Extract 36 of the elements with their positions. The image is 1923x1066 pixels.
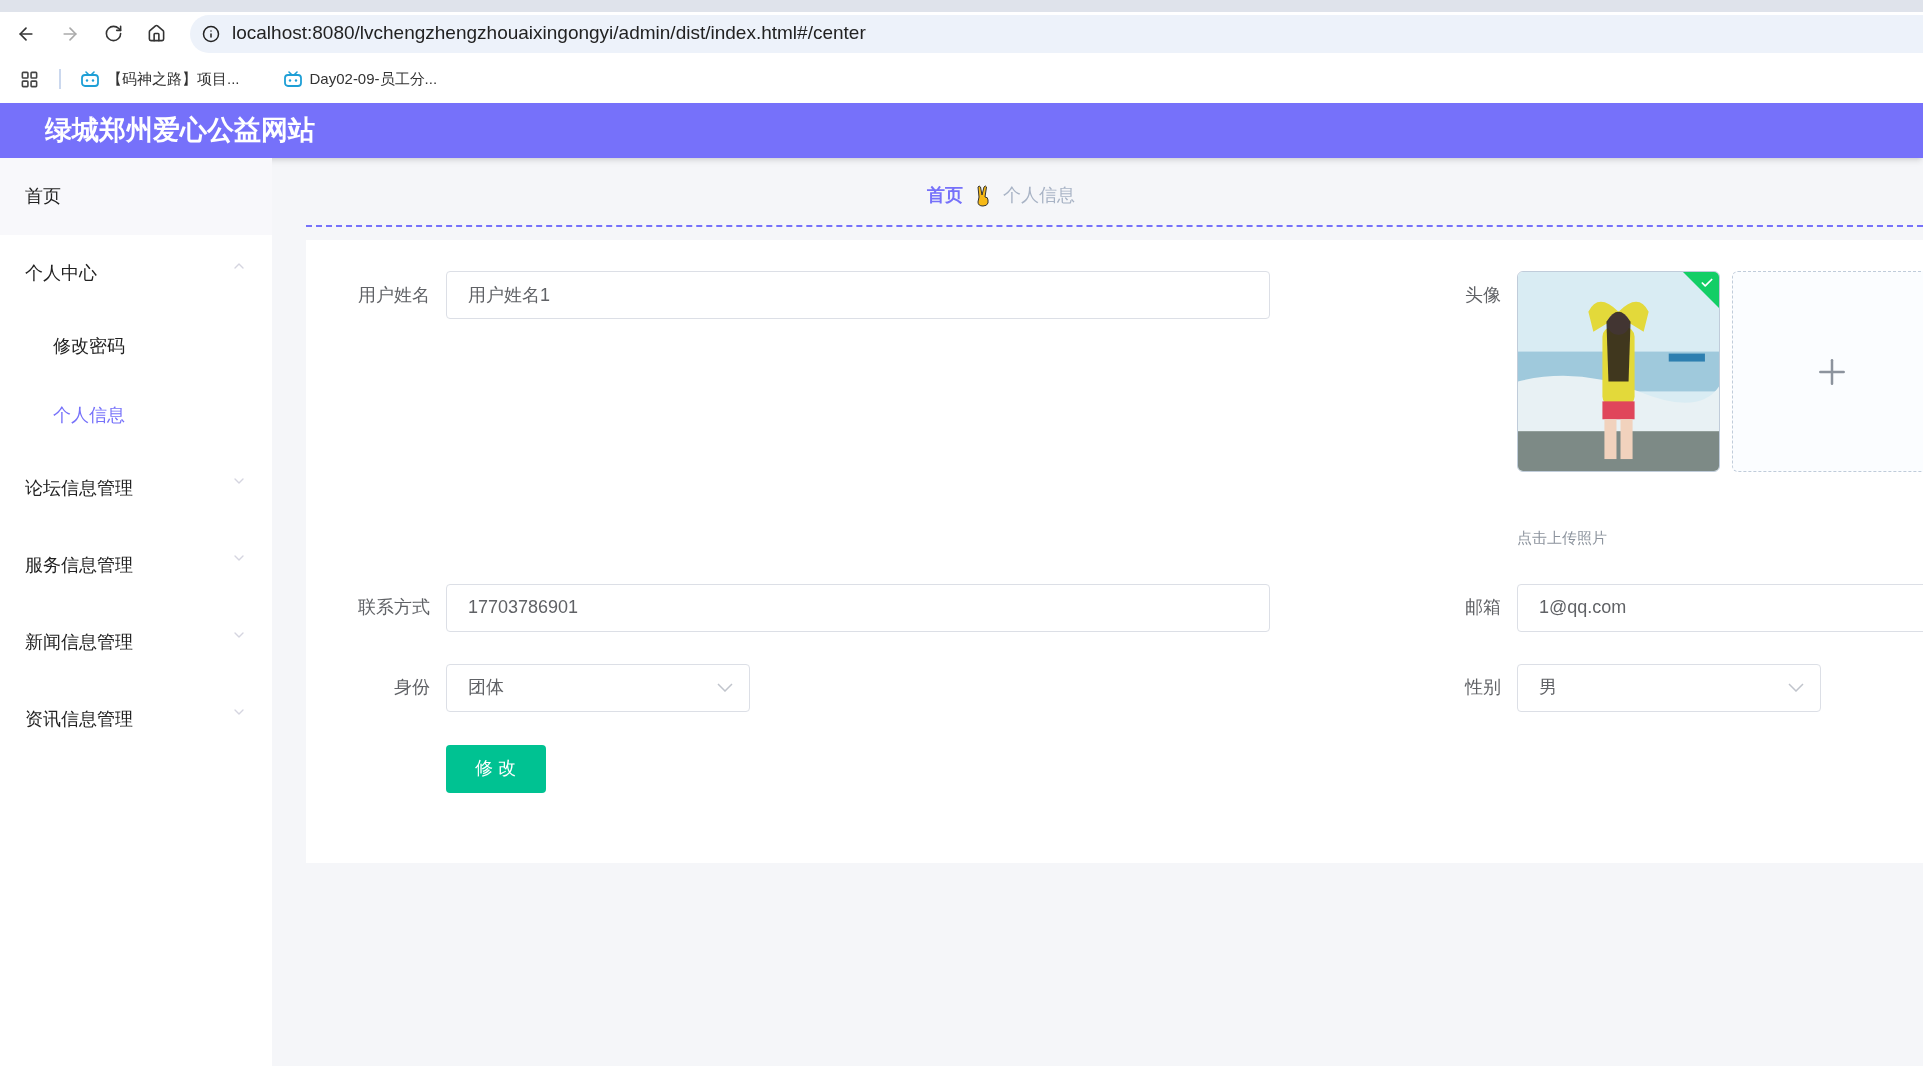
info-icon xyxy=(202,24,220,43)
bookmark[interactable]: 【码神之路】项目... xyxy=(81,67,240,91)
site-title: 绿城郑州爱心公益网站 xyxy=(45,114,315,148)
home-icon[interactable] xyxy=(147,24,166,43)
select-field[interactable]: 团体 xyxy=(446,663,750,712)
field-label: 联系方式 xyxy=(358,596,430,619)
field-label: 头像 xyxy=(1465,283,1501,307)
tv-icon xyxy=(81,71,99,87)
email-field[interactable]: 1@qq.com xyxy=(1517,583,1923,632)
field-label: 邮箱 xyxy=(1465,596,1501,619)
select-field[interactable]: 男 xyxy=(1517,663,1821,712)
sidebar-group[interactable]: 服务信息管理 xyxy=(0,527,272,604)
reload-icon[interactable] xyxy=(104,24,123,43)
sidebar-group[interactable]: 资讯信息管理 xyxy=(0,681,272,758)
sidebar-group[interactable]: 新闻信息管理 xyxy=(0,604,272,681)
apps-icon[interactable] xyxy=(20,69,39,89)
check-icon xyxy=(1700,276,1714,290)
address-bar[interactable]: localhost:8080/lvchengzhengzhouaixingongyi/admin/dist/index.html#/center xyxy=(190,14,1923,53)
sidebar-item[interactable]: 首页 xyxy=(0,158,272,235)
sidebar-group[interactable]: 论坛信息管理 xyxy=(0,450,272,527)
tv-icon xyxy=(283,71,302,87)
bookmark[interactable]: Day02-09-员工分... xyxy=(283,67,438,91)
field-label: 用户姓名 xyxy=(358,283,430,307)
phone-field[interactable]: 17703786901 xyxy=(446,583,1270,632)
sidebar-subitem[interactable]: 个人信息 xyxy=(0,381,272,450)
breadcrumb-item[interactable]: 首页 xyxy=(926,182,963,209)
field-label: 身份 xyxy=(394,676,430,699)
sidebar-group[interactable]: 个人中心 xyxy=(0,235,272,312)
chevron-down-icon xyxy=(717,683,733,692)
victory-hand-icon xyxy=(974,184,991,207)
field-label: 性别 xyxy=(1465,676,1501,699)
name-field[interactable]: 用户姓名1 xyxy=(446,271,1270,319)
sidebar-subitem[interactable]: 修改密码 xyxy=(0,312,272,381)
breadcrumb-item: 个人信息 xyxy=(1002,184,1075,207)
upload-hint: 点击上传照片 xyxy=(1517,528,1608,548)
chevron-down-icon xyxy=(1788,683,1804,692)
